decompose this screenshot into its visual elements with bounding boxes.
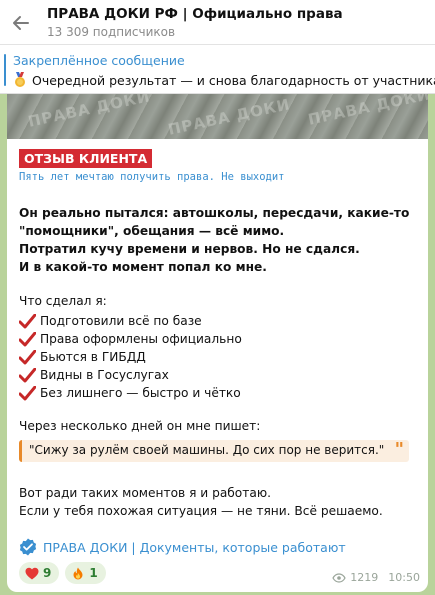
- back-button[interactable]: [10, 12, 32, 34]
- checklist-item: Права оформлены официально: [19, 330, 419, 348]
- quote-text: "Сижу за рулём своей машины. До сих пор …: [29, 443, 385, 457]
- intro-text: Он реально пытался: автошколы, пересдачи…: [19, 204, 419, 276]
- check-mark-icon: [19, 313, 36, 328]
- medal-icon: [15, 72, 25, 87]
- fire-icon: [73, 567, 83, 579]
- intro-line: И в какой-то момент попал ко мне.: [19, 260, 267, 274]
- subtitle-code: Пять лет мечтаю получить права. Не выход…: [19, 171, 285, 183]
- closing-line: Вот ради таких моментов я и работаю.: [19, 486, 271, 500]
- heart-icon: [25, 567, 39, 579]
- reactions: 9 1: [19, 562, 112, 584]
- quote-mark-icon: ": [394, 439, 404, 460]
- checklist: Подготовили всё по базе Права оформлены …: [19, 312, 419, 402]
- signature: ПРАВА ДОКИ | Документы, которые работают: [19, 538, 346, 556]
- arrow-left-icon: [13, 16, 29, 30]
- subscriber-count: 13 309 подписчиков: [47, 25, 176, 39]
- pinned-accent-bar: [4, 54, 6, 86]
- review-badge: ОТЗЫВ КЛИЕНТА: [19, 149, 153, 168]
- checklist-text: Без лишнего — быстро и чётко: [40, 386, 241, 400]
- channel-header: ПРАВА ДОКИ РФ | Официально права 13 309 …: [0, 0, 435, 45]
- signature-link[interactable]: ПРАВА ДОКИ | Документы, которые работают: [43, 540, 346, 555]
- reaction-count: 1: [89, 566, 98, 580]
- pinned-preview: Очередной результат — и снова благодарно…: [32, 73, 435, 88]
- checklist-item: Без лишнего — быстро и чётко: [19, 384, 419, 402]
- photo-watermark: ПРАВА ДОКИ: [166, 95, 292, 139]
- checklist-text: Бьются в ГИБДД: [40, 350, 146, 364]
- message-photo[interactable]: ПРАВА ДОКИ ПРАВА ДОКИ ПРАВА ДОКИ: [7, 94, 428, 139]
- checklist-item: Бьются в ГИБДД: [19, 348, 419, 366]
- intro-line: Он реально пытался: автошколы, пересдачи…: [19, 206, 410, 220]
- photo-watermark: ПРАВА ДОКИ: [26, 94, 152, 131]
- checklist-text: Права оформлены официально: [40, 332, 242, 346]
- message-bubble: ПРАВА ДОКИ ПРАВА ДОКИ ПРАВА ДОКИ ОТЗЫВ К…: [7, 94, 428, 592]
- reaction-heart[interactable]: 9: [19, 562, 60, 584]
- pinned-message[interactable]: Закреплённое сообщение Очередной результ…: [0, 45, 435, 94]
- message-meta: 1219 10:50: [332, 571, 420, 584]
- check-mark-icon: [19, 349, 36, 364]
- verified-badge-icon: [19, 538, 37, 556]
- check-mark-icon: [19, 385, 36, 400]
- intro-line: "помощники", обещания — всё мимо.: [19, 224, 285, 238]
- intro-line: Потратил кучу времени и нервов. Но не сд…: [19, 242, 360, 256]
- reaction-fire[interactable]: 1: [65, 562, 106, 584]
- client-quote: "Сижу за рулём своей машины. До сих пор …: [19, 440, 409, 462]
- message-time: 10:50: [388, 571, 420, 584]
- checklist-text: Видны в Госуслугах: [40, 368, 169, 382]
- pinned-label: Закреплённое сообщение: [13, 53, 185, 68]
- channel-title[interactable]: ПРАВА ДОКИ РФ | Официально права: [47, 6, 343, 22]
- checklist-item: Подготовили всё по базе: [19, 312, 419, 330]
- closing-text: Вот ради таких моментов я и работаю. Есл…: [19, 484, 419, 520]
- reaction-count: 9: [43, 566, 52, 580]
- check-mark-icon: [19, 367, 36, 382]
- closing-line: Если у тебя похожая ситуация — не тяни. …: [19, 504, 383, 518]
- checklist-item: Видны в Госуслугах: [19, 366, 419, 384]
- photo-watermark: ПРАВА ДОКИ: [306, 94, 428, 129]
- eye-icon: [332, 572, 346, 583]
- did-title: Что сделал я:: [19, 294, 107, 308]
- check-mark-icon: [19, 331, 36, 346]
- after-days-text: Через несколько дней он мне пишет:: [19, 419, 261, 433]
- view-count: 1219: [350, 571, 379, 584]
- checklist-text: Подготовили всё по базе: [40, 314, 202, 328]
